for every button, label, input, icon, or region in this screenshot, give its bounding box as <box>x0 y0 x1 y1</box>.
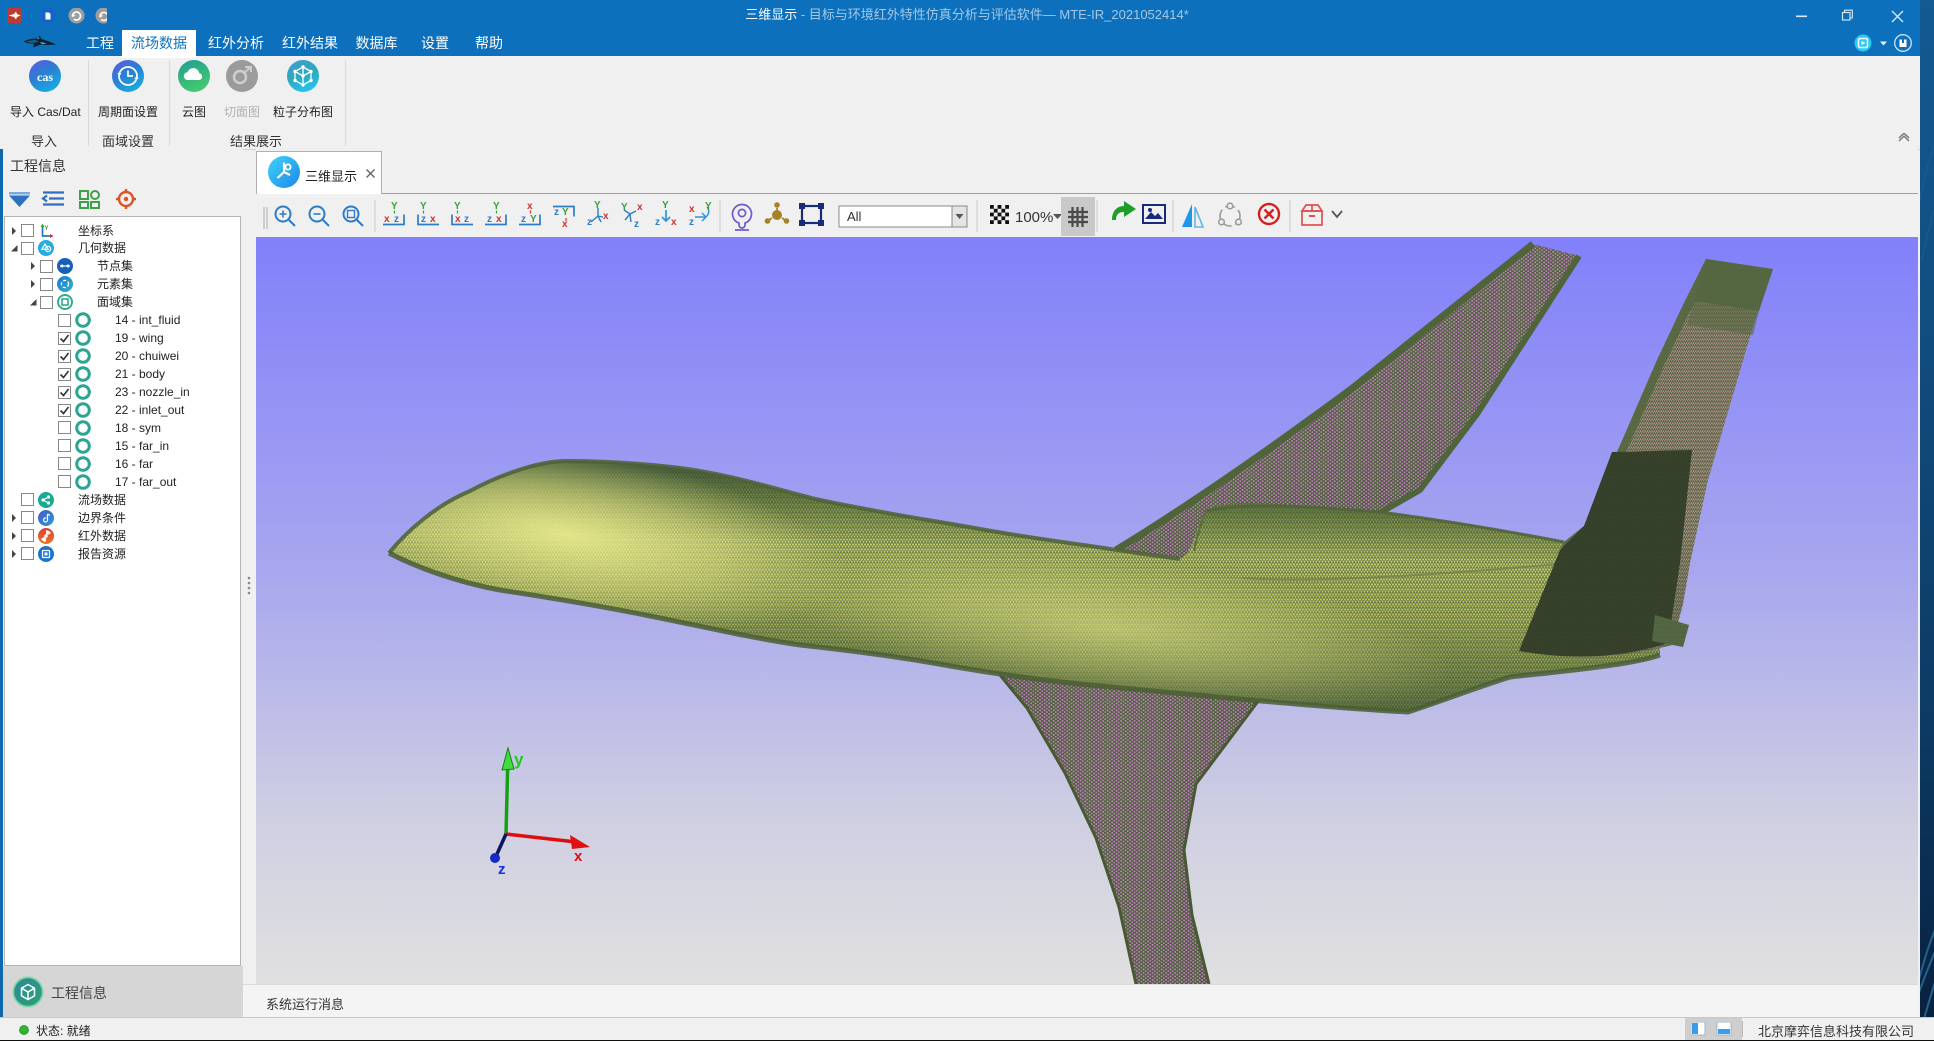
svg-text:All: All <box>847 209 862 224</box>
svg-text:x: x <box>671 217 677 228</box>
svg-text:cas: cas <box>37 70 53 84</box>
svg-text:z: z <box>521 214 526 225</box>
svg-text:x: x <box>455 214 461 225</box>
svg-text:x: x <box>689 204 695 215</box>
svg-text:x: x <box>496 214 502 225</box>
svg-text:z: z <box>394 214 399 225</box>
svg-text:z: z <box>554 207 559 218</box>
svg-text:100%: 100% <box>1015 209 1053 226</box>
svg-text:x: x <box>430 214 436 225</box>
svg-text:z: z <box>587 217 592 228</box>
svg-text:x: x <box>562 219 568 230</box>
svg-text:Y: Y <box>594 200 601 211</box>
svg-text:z: z <box>421 214 426 225</box>
svg-text:z: z <box>634 219 639 230</box>
svg-text:x: x <box>384 214 390 225</box>
svg-text:y: y <box>514 750 524 769</box>
svg-text:z: z <box>487 214 492 225</box>
svg-text:z: z <box>464 214 469 225</box>
svg-text:Y: Y <box>562 207 569 218</box>
svg-text:x: x <box>637 202 643 213</box>
svg-text:Y: Y <box>493 201 500 212</box>
svg-text:Y: Y <box>420 201 427 212</box>
svg-text:Y: Y <box>454 201 461 212</box>
svg-text:Y: Y <box>705 201 712 212</box>
svg-text:Y: Y <box>45 226 49 232</box>
svg-text:Y: Y <box>621 202 628 213</box>
svg-text:z: z <box>498 861 506 878</box>
svg-text:z: z <box>655 217 660 228</box>
svg-text:x: x <box>527 201 533 212</box>
svg-text:x: x <box>603 211 609 222</box>
svg-text:Y: Y <box>530 214 537 225</box>
svg-text:z: z <box>689 217 694 228</box>
svg-text:Y: Y <box>391 201 398 212</box>
svg-text:Y: Y <box>662 200 669 211</box>
svg-text:x: x <box>574 848 583 865</box>
